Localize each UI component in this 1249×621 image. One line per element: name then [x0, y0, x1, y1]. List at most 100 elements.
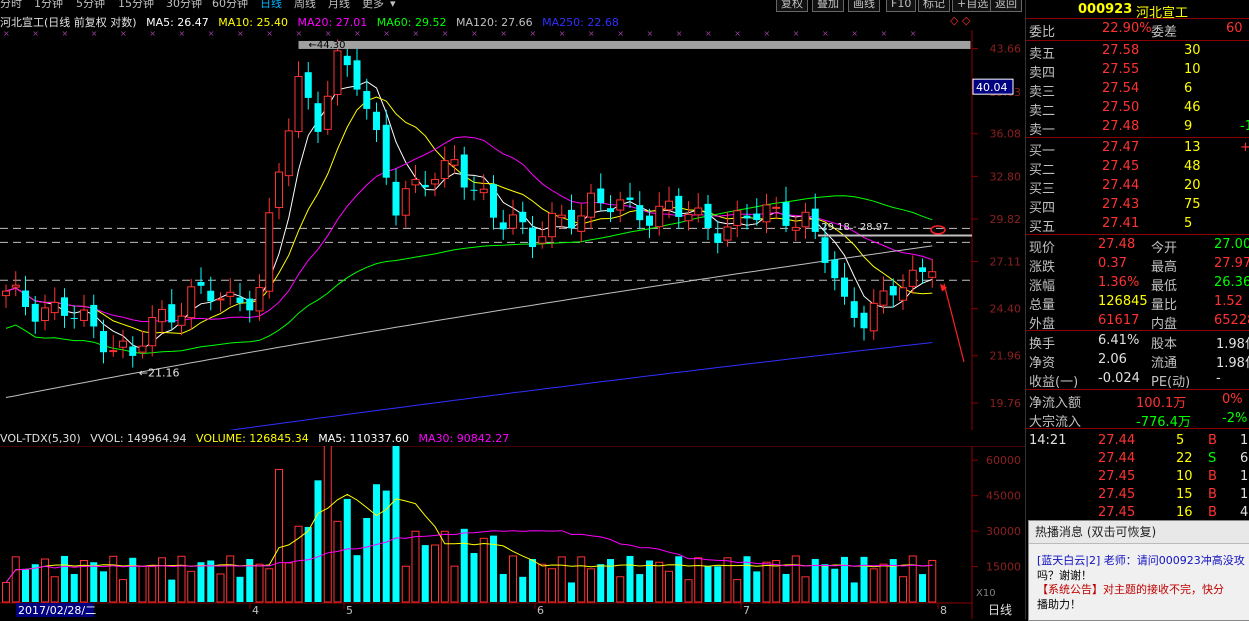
tick-volume: 5: [1176, 433, 1185, 448]
order-price: 27.50: [1102, 100, 1140, 115]
month-label: 4: [252, 604, 259, 617]
volume-bar: [529, 558, 536, 602]
period-tab-30min[interactable]: 30分钟: [166, 0, 202, 11]
legend-vol-ma30: MA30: 90842.27: [418, 432, 510, 445]
volume-bar: [899, 576, 907, 603]
candle-body: [557, 214, 566, 218]
period-tab-15min[interactable]: 15分钟: [118, 0, 154, 11]
candle-body: [158, 308, 166, 323]
news-popup[interactable]: 热播消息 (双击可恢复) [蓝天白云|2] 老师：请问000923冲高没攻 吗？…: [1028, 520, 1249, 621]
candle-body: [762, 204, 771, 223]
news-line[interactable]: 【系统公告】对主题的接收不完，快分: [1037, 581, 1224, 597]
candle-body: [148, 317, 157, 347]
event-marker: ×: [764, 30, 771, 38]
candle-body: [207, 290, 215, 302]
candle-body: [889, 286, 897, 296]
stat-row: 涨幅 1.36% 最低 26.36: [1026, 273, 1249, 294]
volume-bar: [216, 573, 225, 603]
period-tab-weekly[interactable]: 周线: [294, 0, 316, 11]
candle-body: [616, 199, 625, 211]
back-button[interactable]: 返回: [990, 0, 1022, 12]
event-marker: ×: [559, 30, 566, 38]
stat-value: 0.37: [1098, 256, 1127, 271]
volume-bar: [587, 568, 595, 603]
candle-body: [187, 286, 196, 319]
volume-bar: [919, 574, 926, 602]
weibi-value: 22.90%: [1102, 21, 1152, 36]
volume-bar: [31, 564, 39, 602]
event-marker: ×: [530, 30, 537, 38]
candle-body: [831, 259, 839, 279]
buy-order-row: 买四 27.43 75: [1026, 195, 1249, 216]
volume-bar: [538, 563, 547, 603]
tick-row: 27.45 10 B 1: [1026, 467, 1249, 486]
volume-bar: [616, 576, 625, 603]
candle-body: [908, 269, 917, 287]
period-label: 日线: [988, 603, 1012, 617]
period-tab-60min[interactable]: 60分钟: [212, 0, 248, 11]
candle-body: [772, 206, 781, 209]
news-line[interactable]: 播助力！: [1037, 596, 1081, 612]
order-change: +5: [1240, 140, 1249, 155]
event-marker: ×: [3, 30, 10, 38]
period-tab-monthly[interactable]: 月线: [328, 0, 350, 11]
candle-body: [333, 50, 342, 95]
stat-label: 收益(一): [1029, 375, 1079, 390]
dropdown-arrow-icon[interactable]: ▾: [390, 0, 396, 11]
volume-bar: [187, 570, 196, 603]
candle-body: [479, 188, 488, 194]
volume-bar: [431, 544, 439, 603]
volume-bar: [557, 556, 566, 603]
candle-body: [801, 211, 810, 228]
volume-unit: X10: [976, 588, 996, 599]
range-bar: [818, 234, 972, 237]
candle-body: [197, 282, 205, 286]
tick-volume: 16: [1176, 505, 1193, 520]
date-cursor-label: 2017/02/28/二: [18, 604, 96, 617]
legend-vol-ma5: MA5: 110337.60: [318, 432, 409, 445]
legend-ma250: MA250: 22.68: [542, 16, 619, 29]
candle-body: [382, 124, 390, 178]
volume-bar: [470, 552, 478, 602]
draw-line-button[interactable]: 画线: [848, 0, 880, 12]
order-volume: 75: [1184, 197, 1201, 212]
overlay-button[interactable]: 叠加: [812, 0, 844, 12]
event-marker: ×: [208, 30, 215, 38]
tick-count: 6: [1240, 451, 1249, 466]
stat-value: 1.36%: [1098, 275, 1140, 290]
f10-button[interactable]: F10: [886, 0, 917, 12]
sell-order-row: 卖一 27.48 9 -1: [1026, 117, 1249, 138]
period-tab-fenshi[interactable]: 分时: [0, 0, 22, 11]
volume-bar: [509, 555, 517, 603]
period-tab-more[interactable]: 更多: [362, 0, 384, 11]
candle-body: [431, 178, 439, 185]
volume-bar: [479, 537, 488, 603]
volume-tick-label: 45000: [986, 490, 1021, 503]
sell-order-row: 卖四 27.55 10: [1026, 60, 1249, 81]
candle-body: [70, 317, 78, 319]
volume-legend: VOL-TDX(5,30) VVOL: 149964.94 VOLUME: 12…: [0, 432, 515, 446]
main-chart-legend: 河北宣工(日线 前复权 对数) MA5: 26.47 MA10: 25.40 M…: [0, 14, 625, 30]
volume-chart[interactable]: 60000 45000 30000 15000 X10 2017/02/28/二 4 5 6 7…: [0, 446, 1025, 619]
diamond-icon[interactable]: ◇ ◇: [950, 14, 970, 27]
weicha-value: 60: [1226, 21, 1243, 36]
mark-button[interactable]: 标记: [918, 0, 950, 12]
tick-row: 14:21 27.44 5 B 1: [1026, 431, 1249, 450]
period-tab-1min[interactable]: 1分钟: [34, 0, 63, 11]
kline-chart[interactable]: 43.6639.6336.0832.8029.8227.1124.4021.96…: [0, 30, 1025, 430]
add-favorite-button[interactable]: +自选: [952, 0, 994, 12]
event-marker: ×: [354, 30, 361, 38]
volume-bar: [373, 484, 380, 602]
candle-body: [460, 154, 468, 188]
period-toolbar: 分时 1分钟 5分钟 15分钟 30分钟 60分钟 日线 周线 月线 更多 ▾ …: [0, 0, 1025, 12]
news-title[interactable]: 热播消息 (双击可恢复): [1029, 521, 1249, 544]
period-tab-5min[interactable]: 5分钟: [76, 0, 105, 11]
volume-bar: [597, 564, 605, 602]
news-line[interactable]: [蓝天白云|2] 老师：请问000923冲高没攻: [1037, 552, 1245, 568]
candle-body: [401, 188, 410, 216]
event-marker: ×: [413, 30, 420, 38]
order-label: 卖一: [1029, 123, 1056, 138]
adjust-button[interactable]: 复权: [776, 0, 808, 12]
period-tab-daily[interactable]: 日线: [260, 0, 282, 11]
stat-value: -: [1216, 371, 1221, 386]
